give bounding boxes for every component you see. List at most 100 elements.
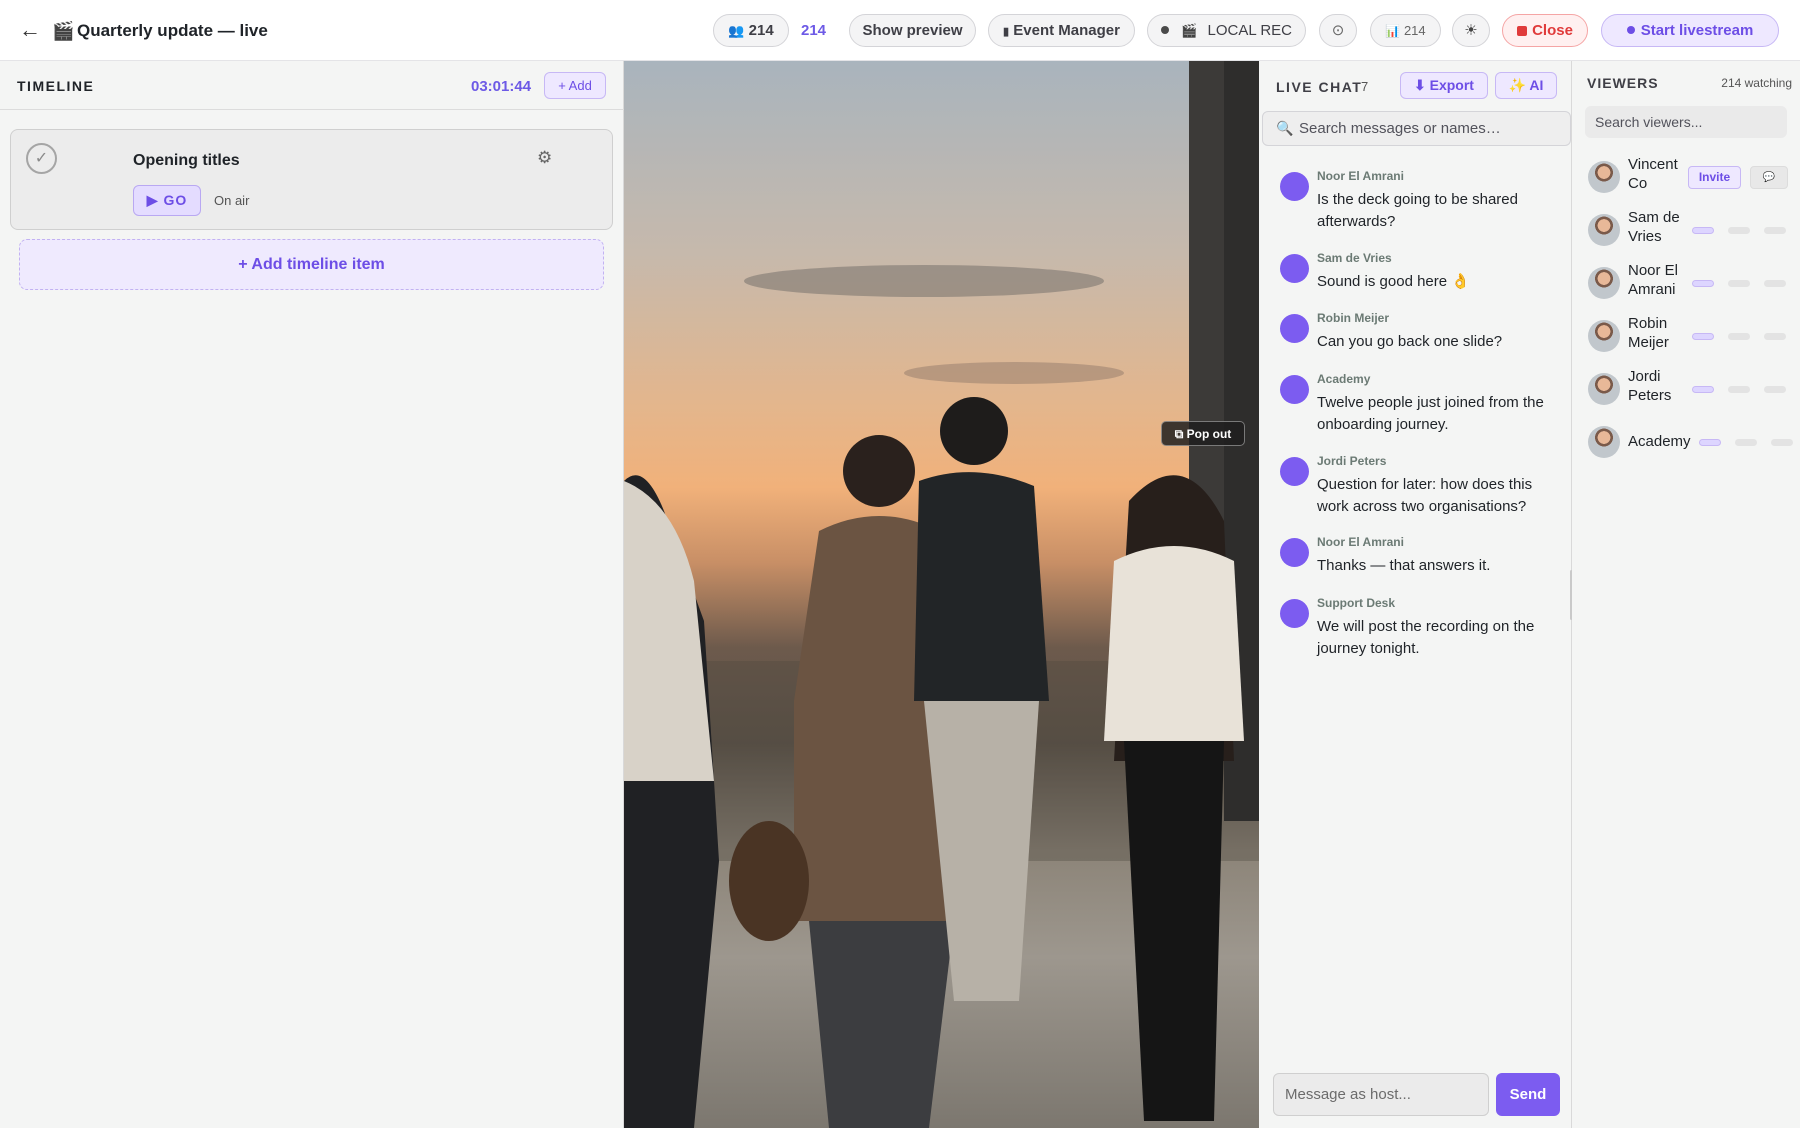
watching-count: 214 watching bbox=[1721, 76, 1792, 90]
message-input[interactable]: Message as host... bbox=[1273, 1073, 1489, 1116]
invite-placeholder[interactable] bbox=[1699, 439, 1721, 446]
timeline-item-title: Opening titles bbox=[133, 152, 240, 169]
action-placeholder[interactable] bbox=[1735, 439, 1757, 446]
action-placeholder[interactable] bbox=[1764, 227, 1786, 234]
action-placeholder[interactable] bbox=[1728, 227, 1750, 234]
stats-button[interactable]: 📊 214 bbox=[1370, 14, 1441, 47]
viewers-panel: VIEWERS 214 watching Search viewers... V… bbox=[1572, 61, 1800, 1128]
avatar bbox=[1280, 538, 1309, 567]
start-livestream-label: Start livestream bbox=[1640, 22, 1754, 39]
viewer-name: Vincent Co bbox=[1628, 156, 1678, 192]
chat-text: We will post the recording on the journe… bbox=[1317, 618, 1535, 657]
action-placeholder[interactable] bbox=[1771, 439, 1793, 446]
viewers-search-input[interactable]: Search viewers... bbox=[1585, 106, 1787, 138]
chat-text: Sound is good here 👌 bbox=[1317, 273, 1470, 290]
pop-out-button[interactable]: ⧉ Pop out bbox=[1161, 421, 1245, 446]
invite-placeholder[interactable] bbox=[1692, 333, 1714, 340]
video-preview bbox=[624, 61, 1259, 1128]
close-label: Close bbox=[1532, 22, 1573, 39]
chat-text: Thanks — that answers it. bbox=[1317, 557, 1491, 574]
viewer-row: Academy bbox=[1572, 420, 1800, 464]
viewer-name: Sam de Vries bbox=[1628, 209, 1680, 245]
action-placeholder[interactable] bbox=[1764, 280, 1786, 287]
avatar bbox=[1588, 426, 1620, 458]
close-button[interactable]: Close bbox=[1502, 14, 1588, 47]
chat-author: Sam de Vries bbox=[1317, 251, 1392, 265]
chat-search-placeholder: Search messages or names… bbox=[1299, 120, 1501, 137]
viewers-title: VIEWERS bbox=[1587, 75, 1659, 91]
send-button[interactable]: Send bbox=[1496, 1073, 1560, 1116]
record-dot-icon bbox=[1160, 26, 1169, 34]
check-circle-icon[interactable]: ✓ bbox=[26, 143, 57, 174]
viewer-row: Jordi Peters bbox=[1572, 367, 1800, 411]
avatar bbox=[1588, 161, 1620, 193]
clapperboard-icon: 🎬 bbox=[1181, 23, 1198, 38]
action-placeholder[interactable] bbox=[1728, 386, 1750, 393]
start-livestream-button[interactable]: Start livestream bbox=[1601, 14, 1779, 47]
back-arrow-icon[interactable]: ← bbox=[18, 18, 42, 42]
top-bar: ← 🎬 Quarterly update — live 👥 214 214 Sh… bbox=[0, 0, 1800, 61]
chat-search-input[interactable]: 🔍 Search messages or names… bbox=[1262, 111, 1571, 146]
action-placeholder[interactable] bbox=[1728, 333, 1750, 340]
search-icon: 🔍 bbox=[1276, 120, 1294, 136]
avatar bbox=[1588, 214, 1620, 246]
avatar bbox=[1280, 254, 1309, 283]
event-manager-label: Event Manager bbox=[1013, 22, 1120, 39]
invite-placeholder[interactable] bbox=[1692, 386, 1714, 393]
action-placeholder[interactable] bbox=[1728, 280, 1750, 287]
theme-toggle-icon[interactable]: ☀ bbox=[1452, 14, 1490, 47]
show-preview-button[interactable]: Show preview bbox=[849, 14, 976, 47]
on-air-status: On air bbox=[214, 193, 250, 208]
chat-text: Question for later: how does this work a… bbox=[1317, 476, 1533, 515]
timeline-clock: 03:01:44 bbox=[471, 78, 532, 95]
timeline-title: TIMELINE bbox=[17, 78, 95, 94]
local-rec-label: LOCAL REC bbox=[1207, 22, 1292, 39]
invite-button[interactable]: Invite bbox=[1688, 166, 1741, 189]
viewer-row: Robin Meijer bbox=[1572, 314, 1800, 358]
viewer-name: Academy bbox=[1628, 433, 1691, 450]
settings-icon[interactable]: ⊙ bbox=[1319, 14, 1357, 47]
action-placeholder[interactable] bbox=[1764, 386, 1786, 393]
timeline-panel: TIMELINE 03:01:44 + Add ✓ Opening titles… bbox=[0, 61, 624, 1128]
invite-placeholder[interactable] bbox=[1692, 227, 1714, 234]
timeline-header: TIMELINE 03:01:44 + Add bbox=[0, 61, 624, 110]
avatar bbox=[1280, 599, 1309, 628]
go-button[interactable]: ▶ GO bbox=[133, 185, 201, 216]
gear-icon[interactable]: ⚙ bbox=[537, 148, 552, 168]
chat-author: Noor El Amrani bbox=[1317, 535, 1404, 549]
event-manager-button[interactable]: ▮ Event Manager bbox=[988, 14, 1135, 47]
viewer-row: Vincent Co Invite 💬 bbox=[1572, 155, 1800, 199]
chat-author: Support Desk bbox=[1317, 596, 1396, 610]
chat-text: Is the deck going to be shared afterward… bbox=[1317, 191, 1518, 230]
avatar bbox=[1588, 267, 1620, 299]
avatar bbox=[1588, 320, 1620, 352]
viewers-count: 214 bbox=[748, 22, 774, 39]
viewer-row: Sam de Vries bbox=[1572, 208, 1800, 252]
ai-button[interactable]: ✨ AI bbox=[1495, 72, 1557, 99]
viewer-name: Jordi Peters bbox=[1628, 368, 1672, 404]
chat-text: Twelve people just joined from the onboa… bbox=[1317, 394, 1544, 433]
local-rec-button[interactable]: 🎬 LOCAL REC bbox=[1147, 14, 1306, 47]
stop-square-icon bbox=[1517, 26, 1528, 36]
chat-bubble-icon[interactable]: 💬 bbox=[1750, 166, 1788, 189]
export-button[interactable]: ⬇ Export bbox=[1400, 72, 1488, 99]
viewers-count-button[interactable]: 👥 214 bbox=[713, 14, 789, 47]
timeline-item[interactable]: ✓ Opening titles ⚙ ▶ GO On air bbox=[10, 129, 613, 230]
video-frame-image bbox=[624, 61, 1259, 1128]
live-dot-icon bbox=[1626, 26, 1635, 34]
invite-placeholder[interactable] bbox=[1692, 280, 1714, 287]
clapperboard-icon: 🎬 bbox=[52, 21, 75, 41]
phone-icon: ▮ bbox=[1003, 26, 1010, 38]
add-timeline-item-button[interactable]: + Add timeline item bbox=[19, 239, 604, 290]
people-icon: 👥 bbox=[728, 23, 745, 38]
stats-count: 214 bbox=[1403, 23, 1426, 38]
viewer-name: Robin Meijer bbox=[1628, 315, 1669, 351]
add-button[interactable]: + Add bbox=[544, 72, 606, 99]
viewer-total: 214 bbox=[801, 22, 827, 39]
action-placeholder[interactable] bbox=[1764, 333, 1786, 340]
live-chat-panel: LIVE CHAT 7 ⬇ Export ✨ AI 🔍 Search messa… bbox=[1259, 61, 1572, 1128]
avatar bbox=[1280, 314, 1309, 343]
chat-author: Jordi Peters bbox=[1317, 454, 1387, 468]
viewer-name: Noor El Amrani bbox=[1628, 262, 1679, 298]
chat-text: Can you go back one slide? bbox=[1317, 333, 1503, 350]
